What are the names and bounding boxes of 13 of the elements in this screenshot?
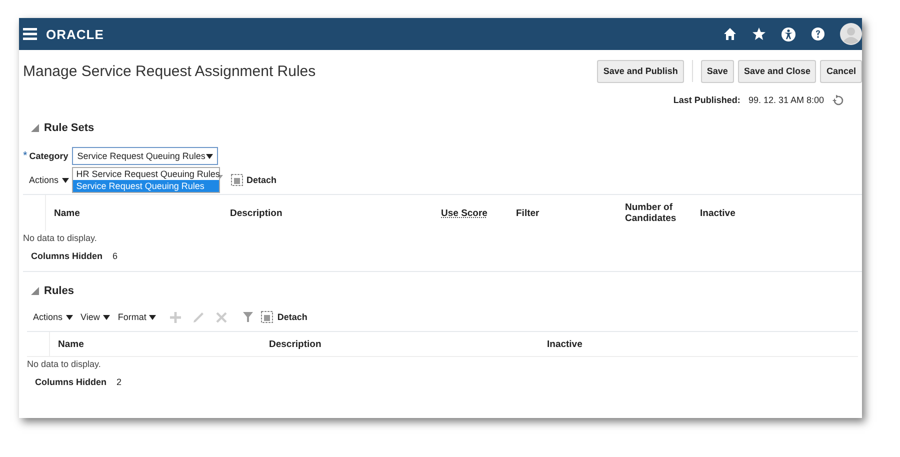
page-title: Manage Service Request Assignment Rules [23, 62, 316, 80]
category-label: Category [29, 151, 68, 161]
columns-hidden-label: Columns Hidden [31, 251, 102, 261]
empty-message: No data to display. [27, 359, 102, 369]
required-mark: * [23, 150, 28, 162]
columns-hidden-count: 2 [116, 377, 122, 387]
columns-hidden-label: Columns Hidden [35, 377, 106, 387]
last-published-label: Last Published: [673, 95, 740, 105]
section-title: Rules [44, 285, 74, 297]
last-published-value: 99. 12. 31 AM 8:00 [748, 95, 824, 105]
empty-message: No data to display. [23, 233, 98, 243]
section-title: Rule Sets [44, 122, 94, 134]
columns-hidden-count: 6 [112, 251, 118, 261]
